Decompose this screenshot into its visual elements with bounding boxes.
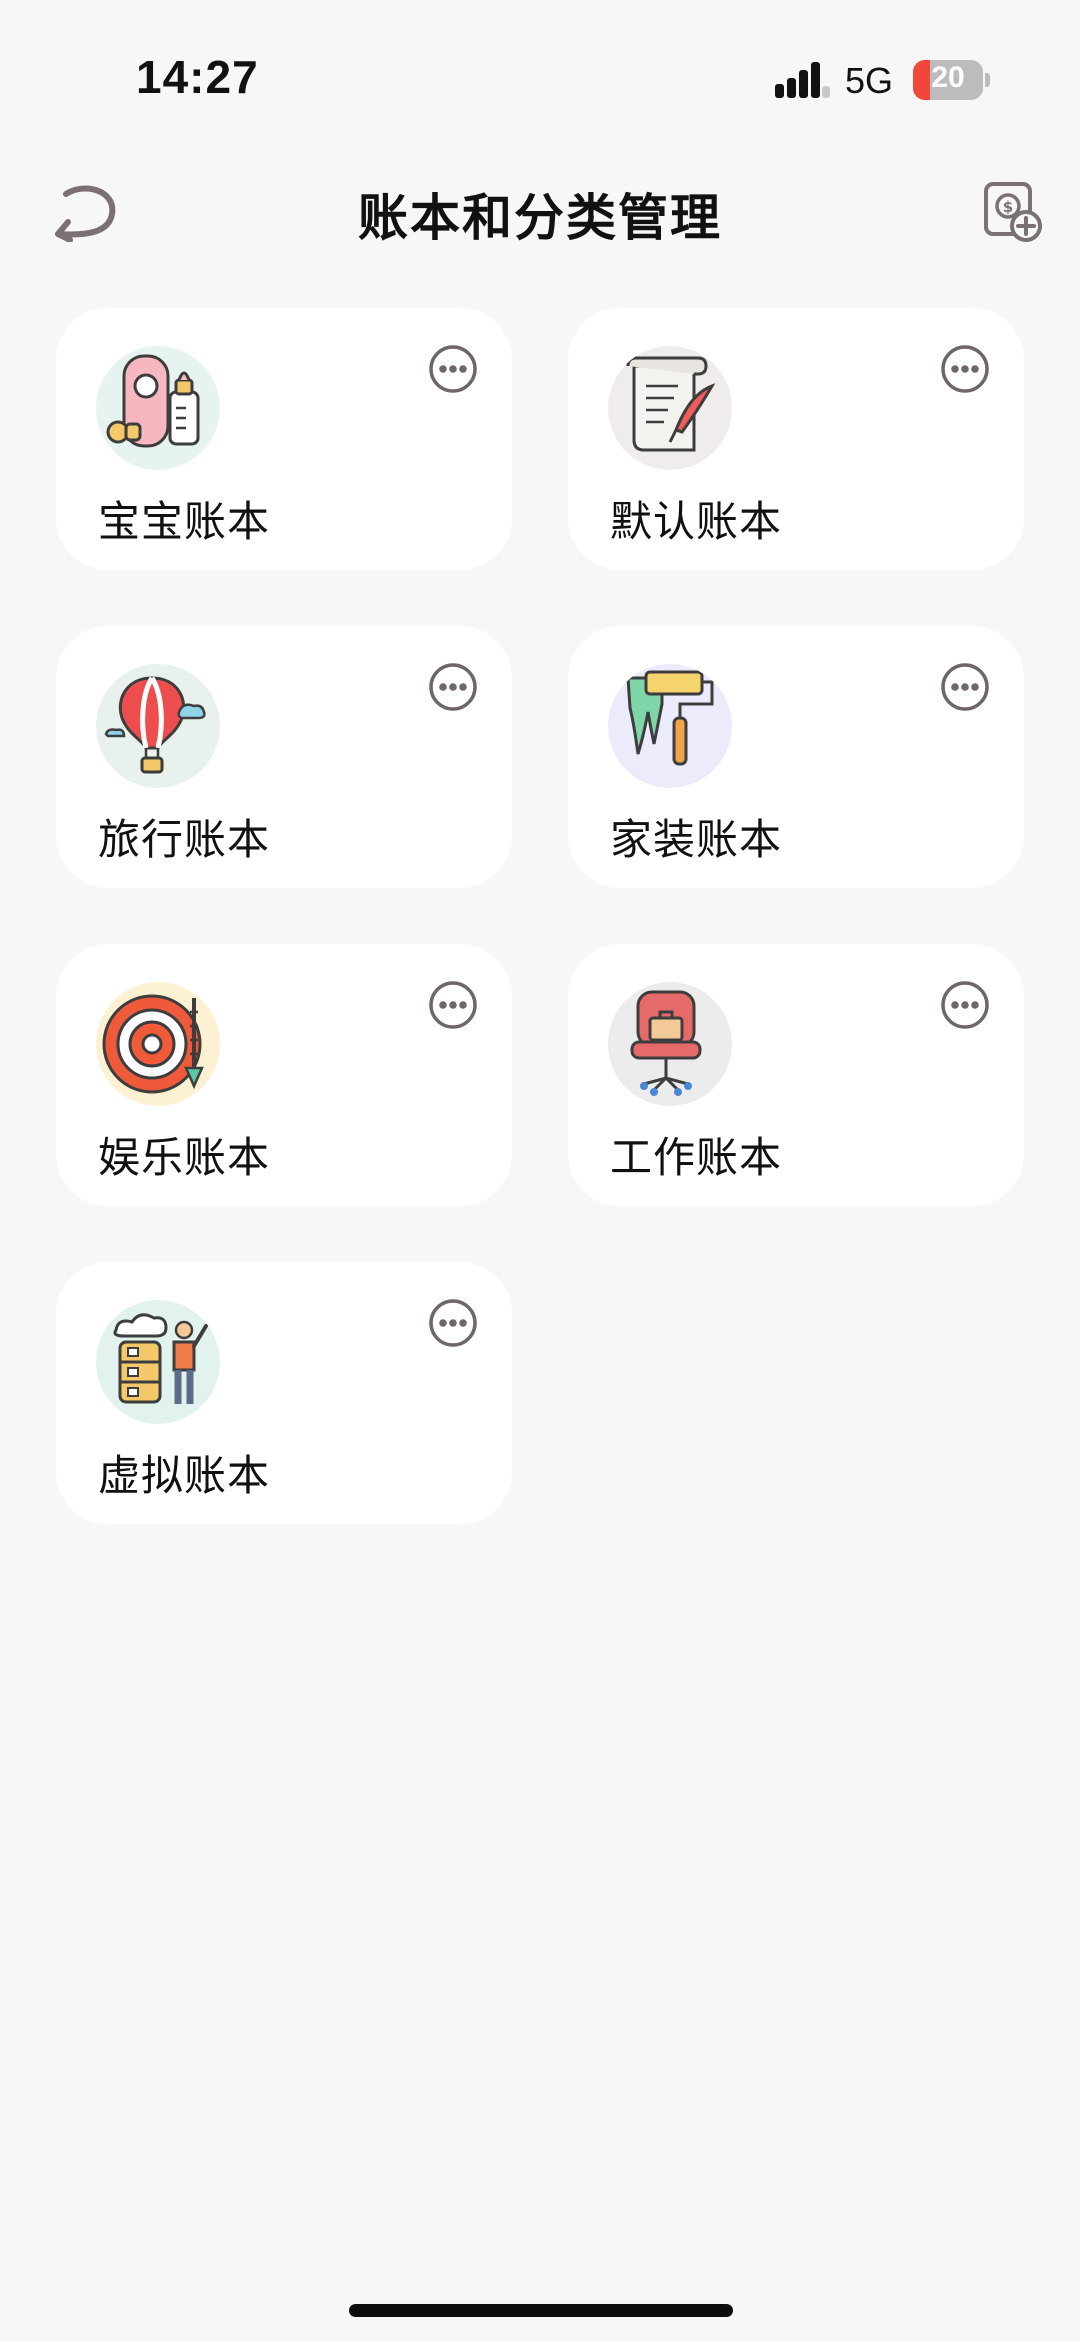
baby-bottle-icon bbox=[96, 346, 220, 470]
battery-level: 20 bbox=[931, 61, 965, 94]
book-card-work[interactable]: 工作账本 bbox=[568, 944, 1024, 1206]
add-book-icon[interactable]: $ bbox=[980, 180, 1044, 244]
book-name: 娱乐账本 bbox=[98, 1133, 271, 1182]
network-type: 5G bbox=[845, 60, 894, 101]
office-chair-icon bbox=[608, 982, 732, 1106]
battery-tip bbox=[985, 73, 990, 87]
status-time: 14:27 bbox=[136, 51, 259, 103]
more-options-icon[interactable] bbox=[428, 1298, 478, 1348]
book-card-entertainment[interactable]: 娱乐账本 bbox=[56, 944, 512, 1206]
scroll-quill-icon bbox=[608, 346, 732, 470]
server-person-icon bbox=[96, 1300, 220, 1424]
book-card-default[interactable]: 默认账本 bbox=[568, 308, 1024, 570]
book-name: 旅行账本 bbox=[98, 815, 271, 864]
home-indicator[interactable] bbox=[349, 2304, 733, 2317]
book-name: 默认账本 bbox=[610, 497, 783, 546]
book-card-home[interactable]: 家装账本 bbox=[568, 626, 1024, 888]
book-name: 家装账本 bbox=[610, 815, 783, 864]
hot-air-balloon-icon bbox=[96, 664, 220, 788]
page-title: 账本和分类管理 bbox=[358, 189, 722, 247]
more-options-icon[interactable] bbox=[428, 344, 478, 394]
battery-indicator: 20 bbox=[913, 60, 983, 100]
book-card-virtual[interactable]: 虚拟账本 bbox=[56, 1262, 512, 1524]
more-options-icon[interactable] bbox=[428, 662, 478, 712]
book-name: 宝宝账本 bbox=[98, 497, 271, 546]
book-card-baby[interactable]: 宝宝账本 bbox=[56, 308, 512, 570]
book-name: 虚拟账本 bbox=[98, 1451, 271, 1500]
more-options-icon[interactable] bbox=[428, 980, 478, 1030]
svg-text:$: $ bbox=[1003, 198, 1013, 216]
more-options-icon[interactable] bbox=[940, 662, 990, 712]
more-options-icon[interactable] bbox=[940, 980, 990, 1030]
more-options-icon[interactable] bbox=[940, 344, 990, 394]
paint-roller-icon bbox=[608, 664, 732, 788]
book-name: 工作账本 bbox=[610, 1133, 783, 1182]
book-management-screen: 14:27 5G 20 账本和分类管理 $ 宝宝账本 默认账本 旅行账本 家装账… bbox=[0, 0, 1080, 2341]
signal-strength-icon bbox=[775, 62, 830, 98]
book-card-travel[interactable]: 旅行账本 bbox=[56, 626, 512, 888]
dart-target-icon bbox=[96, 982, 220, 1106]
